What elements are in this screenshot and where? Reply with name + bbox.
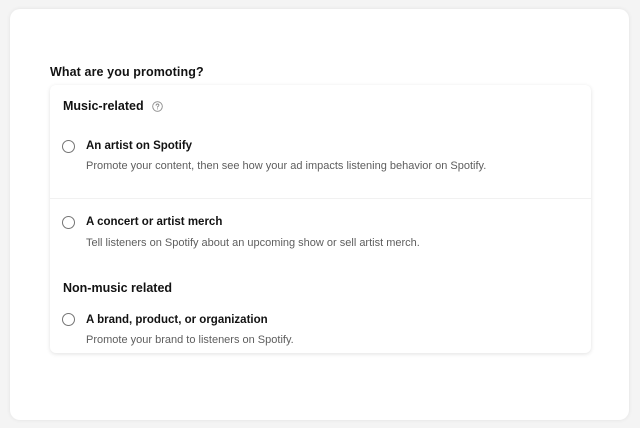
page-card: What are you promoting? Music-related An… — [10, 9, 629, 420]
option-artist-on-spotify[interactable]: An artist on Spotify Promote your conten… — [50, 131, 591, 195]
radio-concert-or-merch[interactable] — [62, 216, 75, 229]
group-title-music-label: Music-related — [63, 99, 144, 113]
divider — [50, 198, 591, 199]
option-description: Promote your content, then see how your … — [86, 160, 487, 172]
group-title-music: Music-related — [63, 99, 163, 113]
radio-artist-on-spotify[interactable] — [62, 140, 75, 153]
option-concert-or-merch[interactable]: A concert or artist merch Tell listeners… — [50, 207, 591, 271]
option-description: Promote your brand to listeners on Spoti… — [86, 334, 294, 346]
option-label: A concert or artist merch — [86, 216, 223, 228]
group-title-non-music-label: Non-music related — [63, 281, 173, 295]
radio-brand-product-organization[interactable] — [62, 313, 75, 326]
form-question: What are you promoting? — [50, 65, 204, 79]
option-label: A brand, product, or organization — [86, 314, 268, 326]
question-circle-icon[interactable] — [151, 100, 163, 112]
group-title-non-music: Non-music related — [63, 281, 172, 295]
option-label: An artist on Spotify — [86, 140, 193, 152]
options-card: Music-related An artist on Spotify Promo… — [50, 85, 591, 353]
option-brand-product-organization[interactable]: A brand, product, or organization Promot… — [50, 305, 591, 351]
option-description: Tell listeners on Spotify about an upcom… — [86, 237, 420, 249]
